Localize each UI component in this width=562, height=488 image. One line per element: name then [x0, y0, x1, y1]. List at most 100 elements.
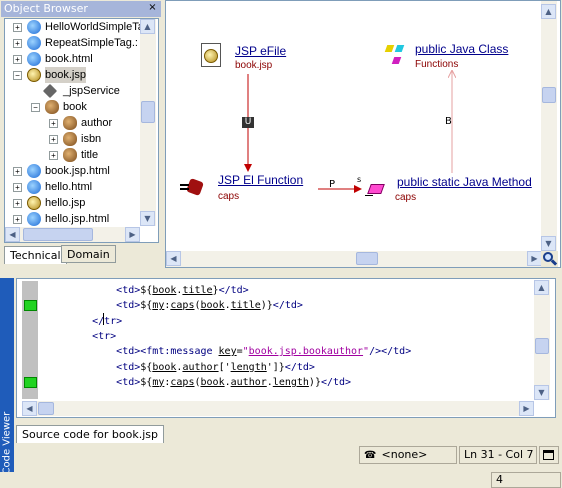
scroll-right-icon[interactable]: ▶ [519, 401, 534, 416]
jsp-icon [27, 196, 41, 210]
tree-item[interactable]: − book [5, 99, 141, 115]
code-token: <td> [116, 361, 141, 373]
diagram-vertical-scrollbar[interactable]: ▲ ▼ [541, 1, 557, 251]
code-vertical-scrollbar[interactable]: ▲ ▼ [534, 280, 550, 400]
collapse-icon[interactable]: − [13, 71, 22, 80]
expand-icon[interactable]: + [13, 183, 22, 192]
el-function-title[interactable]: JSP El Function [218, 173, 303, 187]
code-viewer-sidebar[interactable]: Code Viewer [0, 278, 14, 478]
tree-horizontal-scrollbar[interactable]: ◀ ▶ [5, 227, 140, 242]
scroll-down-icon[interactable]: ▼ [541, 236, 556, 251]
diagram-horizontal-scrollbar[interactable]: ◀ ▶ [166, 251, 542, 267]
code-token: book.jsp.bookauthor [248, 346, 364, 358]
code-line[interactable]: <td>${book.title}</td> [68, 283, 249, 298]
scroll-down-icon[interactable]: ▼ [534, 385, 549, 400]
java-method-title[interactable]: public static Java Method [397, 175, 532, 189]
code-line[interactable]: <td><fmt:message key="book.jsp.bookautho… [68, 344, 411, 359]
close-icon[interactable]: × [146, 2, 159, 15]
code-token: <td><fmt:message [116, 346, 219, 358]
collapse-icon[interactable]: − [31, 103, 40, 112]
tree-item[interactable]: + RepeatSimpleTag.: [5, 35, 141, 51]
jsp-icon [27, 68, 41, 82]
code-token: ${ [140, 285, 153, 296]
panel-splitter[interactable] [0, 268, 562, 278]
diagram-canvas[interactable]: JSP eFile book.jsp public Java Class Fun… [165, 0, 561, 268]
breakpoint-marker[interactable] [24, 300, 37, 312]
efile-title[interactable]: JSP eFile [235, 44, 286, 58]
jsp-file-icon[interactable] [201, 43, 221, 67]
scroll-left-icon[interactable]: ◀ [5, 227, 20, 242]
code-token: title [182, 285, 213, 296]
el-function-subtitle: caps [218, 191, 240, 202]
tree-item[interactable]: + hello.html [5, 179, 141, 195]
java-class-icon[interactable] [384, 45, 408, 67]
java-method-subtitle: caps [395, 192, 417, 203]
expand-icon[interactable]: + [13, 199, 22, 208]
tree-item[interactable]: + isbn [5, 131, 141, 147]
code-horizontal-scrollbar[interactable]: ◀ ▶ [22, 401, 534, 416]
expand-icon[interactable]: + [13, 55, 22, 64]
code-token: my [152, 376, 165, 388]
code-token: book [200, 376, 225, 388]
object-tree[interactable]: + HelloWorldSimpleTa + RepeatSimpleTag.: + bo… [4, 18, 159, 243]
code-line[interactable]: </tr> [68, 314, 122, 329]
code-line[interactable]: <td>${book.author['length']}</td> [68, 360, 315, 375]
object-browser-panel: Object Browser × + HelloWorldSimpleTa + Rep… [0, 0, 162, 265]
scroll-right-icon[interactable]: ▶ [527, 251, 542, 266]
tree-item[interactable]: + HelloWorldSimpleTa [5, 19, 144, 35]
code-line[interactable]: <td>${my:caps(book.title)}</td> [68, 298, 303, 313]
code-line[interactable]: <tr> [68, 329, 116, 344]
scroll-up-icon[interactable]: ▲ [140, 19, 155, 34]
code-token: ${ [140, 300, 153, 312]
java-class-title[interactable]: public Java Class [415, 42, 508, 56]
code-viewer-label: Code Viewer [1, 411, 13, 475]
tree-item[interactable]: + hello.jsp [5, 195, 141, 211]
code-token: book [200, 300, 225, 312]
expand-icon[interactable]: + [13, 167, 22, 176]
scroll-thumb[interactable] [38, 402, 54, 415]
tree-item[interactable]: + book.html [5, 51, 141, 67]
scroll-thumb[interactable] [542, 87, 556, 103]
tab-source-code[interactable]: Source code for book.jsp [16, 425, 165, 443]
code-line[interactable]: <td>${my:caps(book.author.length)}</td> [68, 375, 351, 390]
tree-item[interactable]: + author [5, 115, 141, 131]
status-position: Ln 31 - Col 7 [459, 446, 537, 464]
scroll-thumb[interactable] [23, 228, 93, 241]
tree-item-label: isbn [81, 133, 102, 145]
tab-technical[interactable]: Technical [4, 246, 67, 264]
tree-item[interactable]: _jspService [5, 83, 141, 99]
tree-item[interactable]: − book.jsp [5, 67, 141, 83]
scroll-up-icon[interactable]: ▲ [541, 4, 556, 19]
tree-item[interactable]: + book.jsp.html [5, 163, 141, 179]
expand-icon[interactable]: + [49, 151, 58, 160]
scroll-thumb[interactable] [535, 338, 549, 354]
bean-icon [63, 132, 77, 146]
ie-icon [27, 164, 41, 178]
scroll-left-icon[interactable]: ◀ [166, 251, 181, 266]
code-token: ']} [266, 361, 285, 373]
zoom-search-icon[interactable] [541, 251, 558, 267]
tree-item[interactable]: + hello.jsp.html [5, 211, 141, 227]
scroll-thumb[interactable] [141, 101, 155, 123]
window-icon[interactable] [539, 446, 559, 464]
tree-item-label: HelloWorldSimpleTa [45, 21, 144, 33]
bean-icon [63, 116, 77, 130]
tab-domain[interactable]: Domain [61, 245, 116, 263]
tree-vertical-scrollbar[interactable]: ▲ ▼ [140, 19, 156, 226]
expand-icon[interactable]: + [13, 23, 22, 32]
scroll-down-icon[interactable]: ▼ [140, 211, 155, 226]
code-token: caps [170, 376, 195, 388]
scroll-up-icon[interactable]: ▲ [534, 280, 549, 295]
breakpoint-marker[interactable] [24, 376, 37, 388]
scroll-thumb[interactable] [356, 252, 378, 265]
java-method-icon[interactable] [365, 181, 387, 199]
expand-icon[interactable]: + [13, 215, 22, 224]
scroll-left-icon[interactable]: ◀ [22, 401, 37, 416]
scroll-right-icon[interactable]: ▶ [125, 227, 140, 242]
tree-item[interactable]: + title [5, 147, 141, 163]
code-token: <td> [116, 300, 141, 312]
expand-icon[interactable]: + [13, 39, 22, 48]
el-function-icon[interactable] [180, 178, 206, 197]
expand-icon[interactable]: + [49, 119, 58, 128]
expand-icon[interactable]: + [49, 135, 58, 144]
